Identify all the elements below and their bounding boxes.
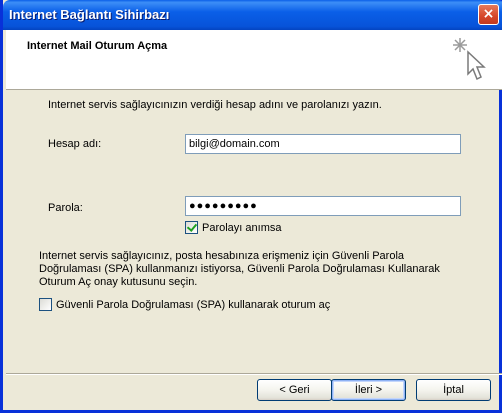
footer-divider: [6, 373, 502, 375]
remember-password-label: Parolayı anımsa: [202, 221, 282, 234]
password-field[interactable]: ●●●●●●●●●: [185, 196, 461, 216]
checkbox-unchecked-icon: [39, 298, 52, 311]
account-name-field[interactable]: bilgi@domain.com: [185, 134, 461, 154]
wizard-content: Internet servis sağlayıcınızın verdiği h…: [6, 90, 502, 373]
title-bar: Internet Bağlantı Sihirbazı ×: [3, 0, 502, 30]
password-label: Parola:: [48, 202, 83, 214]
spa-checkbox[interactable]: Güvenli Parola Doğrulaması (SPA) kullana…: [39, 298, 330, 311]
cancel-button[interactable]: İptal: [416, 379, 491, 401]
back-button[interactable]: < Geri: [257, 379, 332, 401]
checkbox-checked-icon: [185, 221, 198, 234]
wizard-header: Internet Mail Oturum Açma: [6, 30, 502, 90]
next-button[interactable]: İleri >: [331, 379, 406, 401]
spa-label: Güvenli Parola Doğrulaması (SPA) kullana…: [56, 298, 331, 311]
page-title: Internet Mail Oturum Açma: [27, 40, 168, 52]
remember-password-checkbox[interactable]: Parolayı anımsa: [185, 221, 281, 234]
window-title: Internet Bağlantı Sihirbazı: [9, 7, 170, 22]
intro-text: Internet servis sağlayıcınızın verdiği h…: [48, 99, 382, 111]
account-label: Hesap adı:: [48, 138, 102, 150]
spa-description: Internet servis sağlayıcınız, posta hesa…: [39, 250, 440, 288]
close-button[interactable]: ×: [478, 4, 499, 25]
wizard-sparkle-cursor-icon: [453, 38, 486, 81]
wizard-window: Internet Bağlantı Sihirbazı × Internet M…: [0, 0, 502, 413]
